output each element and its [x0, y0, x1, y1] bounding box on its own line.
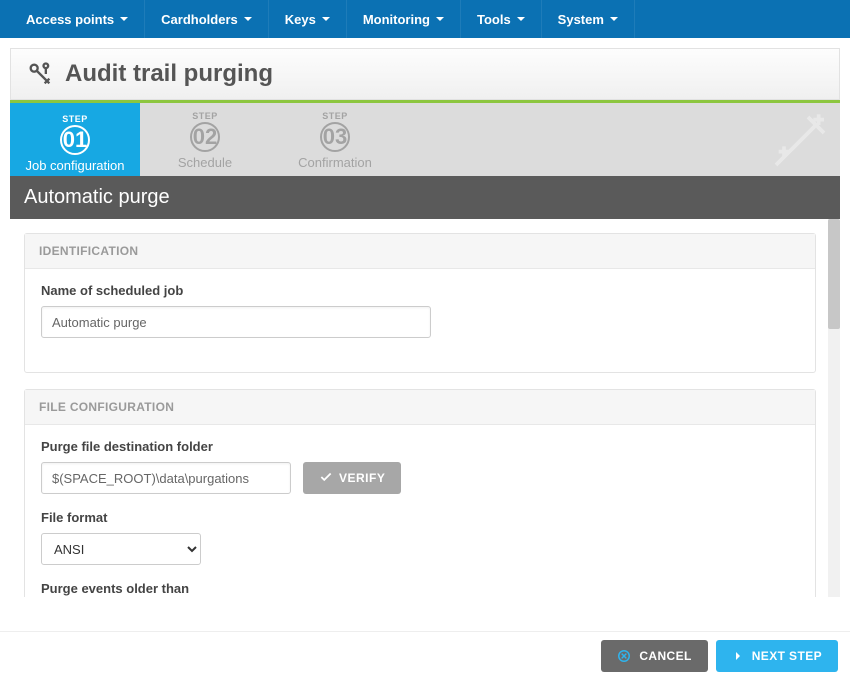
step-confirmation[interactable]: STEP 03 Confirmation	[270, 103, 400, 176]
cancel-icon	[617, 649, 631, 663]
identification-panel: IDENTIFICATION Name of scheduled job	[24, 233, 816, 373]
next-step-button[interactable]: NEXT STEP	[716, 640, 838, 672]
content-scroll: IDENTIFICATION Name of scheduled job FIL…	[10, 219, 840, 597]
step-label: STEP	[10, 114, 140, 124]
nav-label: Keys	[285, 12, 316, 27]
nav-system[interactable]: System	[542, 0, 635, 38]
folder-input[interactable]	[41, 462, 291, 494]
wizard-steps: STEP 01 Job configuration STEP 02 Schedu…	[10, 100, 840, 176]
step-number: 02	[190, 122, 220, 152]
older-than-label: Purge events older than	[41, 581, 799, 596]
folder-label: Purge file destination folder	[41, 439, 799, 454]
page-title: Audit trail purging	[65, 60, 273, 88]
chevron-down-icon	[120, 17, 128, 22]
panel-header: IDENTIFICATION	[25, 234, 815, 269]
step-title: Job configuration	[10, 158, 140, 173]
nav-label: Access points	[26, 12, 114, 27]
step-job-configuration[interactable]: STEP 01 Job configuration	[10, 100, 140, 176]
nav-tools[interactable]: Tools	[461, 0, 542, 38]
nav-label: System	[558, 12, 604, 27]
key-tool-icon	[25, 59, 55, 89]
nav-cardholders[interactable]: Cardholders	[145, 0, 269, 38]
step-title: Schedule	[140, 155, 270, 170]
job-name-input[interactable]	[41, 306, 431, 338]
nav-label: Monitoring	[363, 12, 430, 27]
step-number: 03	[320, 122, 350, 152]
scrollbar[interactable]	[828, 219, 840, 597]
next-label: NEXT STEP	[752, 649, 822, 663]
cancel-button[interactable]: CANCEL	[601, 640, 707, 672]
section-header: Automatic purge	[10, 176, 840, 219]
step-label: STEP	[270, 111, 400, 121]
step-label: STEP	[140, 111, 270, 121]
panel-header: FILE CONFIGURATION	[25, 390, 815, 425]
nav-label: Tools	[477, 12, 511, 27]
nav-access-points[interactable]: Access points	[10, 0, 145, 38]
top-nav: Access points Cardholders Keys Monitorin…	[0, 0, 850, 38]
chevron-down-icon	[244, 17, 252, 22]
nav-label: Cardholders	[161, 12, 238, 27]
nav-monitoring[interactable]: Monitoring	[347, 0, 461, 38]
chevron-down-icon	[436, 17, 444, 22]
cancel-label: CANCEL	[639, 649, 691, 663]
page-titlebar: Audit trail purging	[10, 48, 840, 100]
file-config-panel: FILE CONFIGURATION Purge file destinatio…	[24, 389, 816, 597]
verify-label: VERIFY	[339, 471, 385, 485]
step-title: Confirmation	[270, 155, 400, 170]
footer-actions: CANCEL NEXT STEP	[0, 631, 850, 680]
step-number: 01	[60, 125, 90, 155]
verify-button[interactable]: VERIFY	[303, 462, 401, 494]
format-select[interactable]: ANSI	[41, 533, 201, 565]
chevron-right-icon	[732, 650, 744, 662]
wand-icon	[768, 109, 832, 178]
chevron-down-icon	[322, 17, 330, 22]
check-icon	[319, 470, 333, 487]
chevron-down-icon	[610, 17, 618, 22]
nav-keys[interactable]: Keys	[269, 0, 347, 38]
step-schedule[interactable]: STEP 02 Schedule	[140, 103, 270, 176]
job-name-label: Name of scheduled job	[41, 283, 799, 298]
scrollbar-thumb[interactable]	[828, 219, 840, 329]
chevron-down-icon	[517, 17, 525, 22]
format-label: File format	[41, 510, 799, 525]
